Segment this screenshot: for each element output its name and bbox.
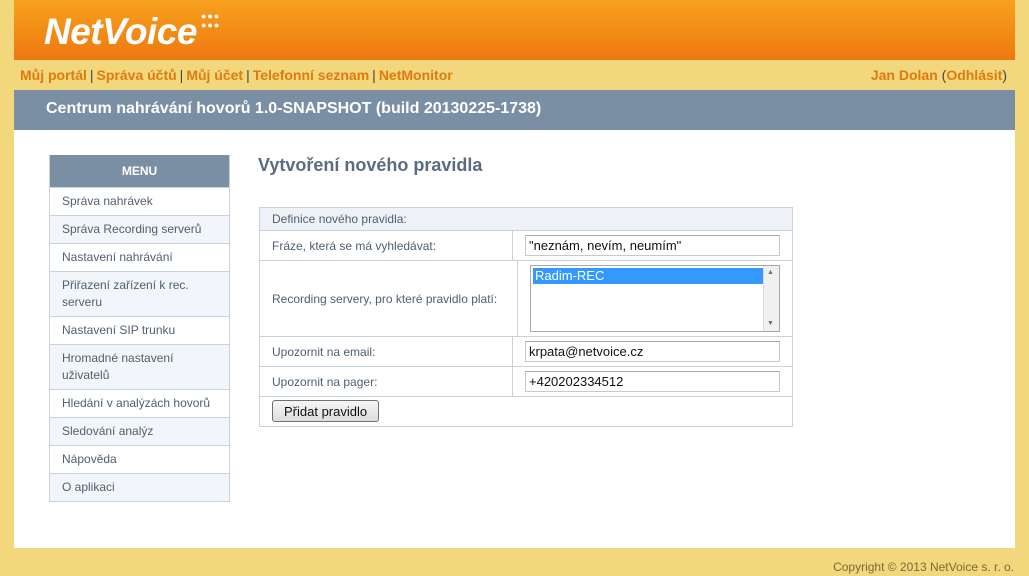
title-bar: Centrum nahrávání hovorů 1.0-SNAPSHOT (b… xyxy=(14,90,1015,130)
header: NetVoice ●●● ●●● xyxy=(14,0,1015,60)
user-info: Jan Dolan (Odhlásit) xyxy=(870,67,1007,83)
copyright: Copyright © 2013 NetVoice s. r. o. xyxy=(833,560,1014,574)
email-label: Upozornit na email: xyxy=(260,337,513,366)
server-option[interactable]: Radim-REC xyxy=(533,268,764,284)
top-navigation: Můj portál | Správa účtů | Můj účet | Telefonn… xyxy=(14,60,1015,90)
phrase-row: Fráze, která se má vyhledávat: xyxy=(260,231,792,261)
email-input[interactable] xyxy=(525,341,780,362)
menu-item-o-aplikaci[interactable]: O aplikaci xyxy=(50,473,229,501)
logout-link[interactable]: Odhlásit xyxy=(946,67,1002,83)
listbox-scrollbar[interactable]: ▲ ▼ xyxy=(763,266,779,331)
add-rule-button[interactable]: Přidat pravidlo xyxy=(272,400,380,422)
page-title: Vytvoření nového pravidla xyxy=(258,155,483,175)
servers-row: Recording servery, pro které pravidlo pl… xyxy=(260,261,792,337)
nav-link-muj-portal[interactable]: Můj portál xyxy=(20,67,87,83)
nav-links: Můj portál | Správa účtů | Můj účet | Telefonn… xyxy=(20,67,453,83)
servers-label: Recording servery, pro které pravidlo pl… xyxy=(260,261,518,336)
sidebar-menu: MENU Správa nahrávek Správa Recording se… xyxy=(49,155,230,502)
scroll-down-icon[interactable]: ▼ xyxy=(767,320,774,328)
form-caption: Definice nového pravidla: xyxy=(260,208,792,231)
menu-item-nastaveni-sip-trunku[interactable]: Nastavení SIP trunku xyxy=(50,316,229,344)
pager-label: Upozornit na pager: xyxy=(260,367,513,396)
new-rule-form: Definice nového pravidla: Fráze, která s… xyxy=(259,207,793,427)
menu-item-sprava-nahravek[interactable]: Správa nahrávek xyxy=(50,187,229,215)
menu-item-prirazeni-zarizeni[interactable]: Přiřazení zařízení k rec. serveru xyxy=(50,271,229,316)
logo-dots-icon: ●●● ●●● xyxy=(201,11,221,30)
scroll-up-icon[interactable]: ▲ xyxy=(767,269,774,277)
pager-row: Upozornit na pager: xyxy=(260,367,792,397)
netvoice-logo[interactable]: NetVoice xyxy=(44,10,197,54)
menu-item-sledovani-analyz[interactable]: Sledování analýz xyxy=(50,417,229,445)
app-title: Centrum nahrávání hovorů 1.0-SNAPSHOT (b… xyxy=(46,100,542,117)
menu-item-sprava-recording-serveru[interactable]: Správa Recording serverů xyxy=(50,215,229,243)
phrase-input[interactable] xyxy=(525,235,780,256)
page: NetVoice ●●● ●●● Můj portál | Správa účtů | M… xyxy=(14,0,1015,548)
menu-item-hromadne-nastaveni[interactable]: Hromadné nastavení uživatelů xyxy=(50,344,229,389)
recording-servers-listbox[interactable]: Radim-REC ▲ ▼ xyxy=(530,265,780,332)
nav-link-muj-ucet[interactable]: Můj účet xyxy=(186,67,243,83)
user-name: Jan Dolan xyxy=(870,67,938,83)
nav-link-telefonni-seznam[interactable]: Telefonní seznam xyxy=(253,67,369,83)
phrase-label: Fráze, která se má vyhledávat: xyxy=(260,231,513,260)
email-row: Upozornit na email: xyxy=(260,337,792,367)
form-actions: Přidat pravidlo xyxy=(260,397,792,426)
pager-input[interactable] xyxy=(525,371,780,392)
menu-item-nastaveni-nahravani[interactable]: Nastavení nahrávání xyxy=(50,243,229,271)
main-content: Vytvoření nového pravidla Definice novéh… xyxy=(258,155,1018,427)
nav-link-netmonitor[interactable]: NetMonitor xyxy=(379,67,453,83)
menu-item-napoveda[interactable]: Nápověda xyxy=(50,445,229,473)
menu-heading: MENU xyxy=(50,155,229,187)
nav-link-sprava-uctu[interactable]: Správa účtů xyxy=(97,67,177,83)
menu-item-hledani-v-analyzach[interactable]: Hledání v analýzách hovorů xyxy=(50,389,229,417)
